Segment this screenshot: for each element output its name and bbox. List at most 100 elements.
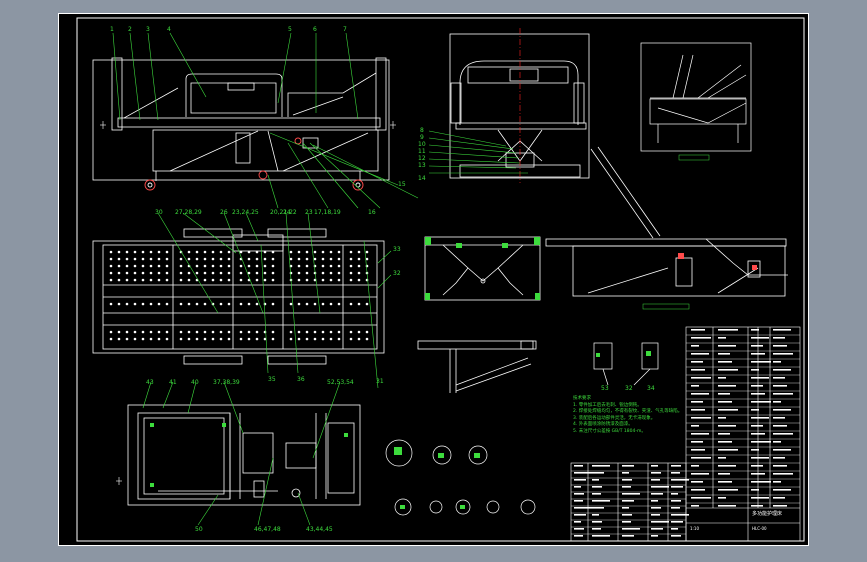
perforation-hole — [149, 264, 153, 268]
parts-list-glyph — [718, 433, 730, 435]
front-view-leaders — [112, 32, 419, 209]
perforation-hole — [149, 250, 153, 254]
perforation-hole — [271, 250, 275, 254]
parts-list-glyph — [718, 449, 738, 451]
parts-list-glyph — [773, 457, 785, 459]
bom-glyph — [574, 465, 583, 467]
perforation-hole — [203, 337, 207, 341]
parts-list-glyph — [773, 353, 793, 355]
parts-list-glyph — [751, 489, 759, 491]
bom-glyph — [651, 465, 658, 467]
bom-glyph — [671, 479, 689, 481]
bom-glyph — [622, 479, 632, 481]
pedal-view — [417, 340, 537, 393]
bom-glyph — [651, 535, 658, 537]
perforation-hole — [195, 330, 199, 334]
perforation-hole — [289, 271, 293, 275]
perforation-hole — [179, 257, 183, 261]
parts-list-glyph — [751, 457, 769, 459]
parts-list-glyph — [718, 497, 726, 499]
bom-glyph — [592, 486, 602, 488]
perforation-hole — [195, 257, 199, 261]
perforation-hole — [165, 264, 169, 268]
perforation-hole — [149, 271, 153, 275]
parts-list-glyph — [751, 481, 771, 483]
balloon-46-48: 46,47,48 — [254, 526, 281, 533]
balloon-17-19: 17,18,19 — [314, 209, 341, 216]
detail-views — [385, 439, 536, 516]
parts-list-glyph — [773, 409, 791, 411]
perforation-hole — [321, 264, 325, 268]
parts-list-glyph — [718, 401, 732, 403]
perforation-hole — [255, 264, 259, 268]
perforation-hole — [263, 250, 267, 254]
bom-glyph — [574, 479, 586, 481]
perforation-hole — [357, 302, 361, 306]
bom-glyph — [592, 507, 604, 509]
perforation-hole — [195, 271, 199, 275]
perforation-hole — [321, 302, 325, 306]
parts-list-glyph — [773, 337, 785, 339]
balloon-43: 43 — [146, 379, 154, 386]
bom-glyph — [622, 535, 634, 537]
perforation-hole — [239, 250, 243, 254]
perforation-hole — [357, 337, 361, 341]
balloon-43-45: 43,44,45 — [306, 526, 333, 533]
perforation-hole — [289, 330, 293, 334]
parts-list-glyph — [751, 369, 759, 371]
perforation-hole — [141, 337, 145, 341]
parts-list-glyph — [691, 465, 699, 467]
bom-glyph — [651, 486, 669, 488]
balloon-52-54: 52,53,54 — [327, 379, 354, 386]
balloon-30: 30 — [155, 209, 163, 216]
perforation-hole — [133, 330, 137, 334]
perforation-hole — [357, 264, 361, 268]
perforation-hole — [117, 271, 121, 275]
perforation-hole — [165, 250, 169, 254]
perforation-hole — [117, 302, 121, 306]
balloon-50: 50 — [195, 526, 203, 533]
perforation-hole — [263, 257, 267, 261]
bom-glyph — [592, 528, 601, 530]
bom-glyph — [592, 479, 599, 481]
perforation-hole — [179, 337, 183, 341]
balloon-12: 12 — [418, 155, 426, 162]
bom-glyph — [574, 493, 584, 495]
parts-list-glyph — [751, 409, 759, 411]
bom-glyph — [574, 528, 584, 530]
perforation-hole — [349, 264, 353, 268]
parts-list-glyph — [718, 329, 738, 331]
perforation-hole — [297, 330, 301, 334]
bom-glyph — [592, 465, 610, 467]
balloon-4: 4 — [167, 26, 171, 33]
perforation-hole — [239, 330, 243, 334]
perforation-hole — [203, 257, 207, 261]
perforation-hole — [305, 250, 309, 254]
bom-glyph — [651, 493, 663, 495]
perforation-hole — [195, 250, 199, 254]
perforation-hole — [125, 264, 129, 268]
raised-position-view — [640, 42, 752, 152]
perforation-hole — [125, 337, 129, 341]
balloon-detail-34: 34 — [647, 385, 655, 392]
perforation-hole — [349, 271, 353, 275]
perforation-hole — [271, 278, 275, 282]
parts-list-glyph — [751, 449, 759, 451]
parts-list-glyph — [718, 409, 738, 411]
perforation-hole — [165, 330, 169, 334]
balloon-2: 2 — [128, 26, 132, 33]
parts-list-glyph — [773, 505, 787, 507]
perforation-hole — [349, 278, 353, 282]
perforation-hole — [109, 257, 113, 261]
perforation-hole — [329, 250, 333, 254]
perforation-hole — [125, 250, 129, 254]
balloon-26: 26 — [220, 209, 228, 216]
perforation-hole — [357, 250, 361, 254]
balloon-36: 36 — [297, 376, 305, 383]
parts-list-glyph — [691, 385, 699, 387]
perforation-hole — [297, 271, 301, 275]
perforation-hole — [329, 257, 333, 261]
perforation-hole — [141, 264, 145, 268]
balloon-37-39: 37,38,39 — [213, 379, 240, 386]
parts-list-glyph — [773, 425, 787, 427]
